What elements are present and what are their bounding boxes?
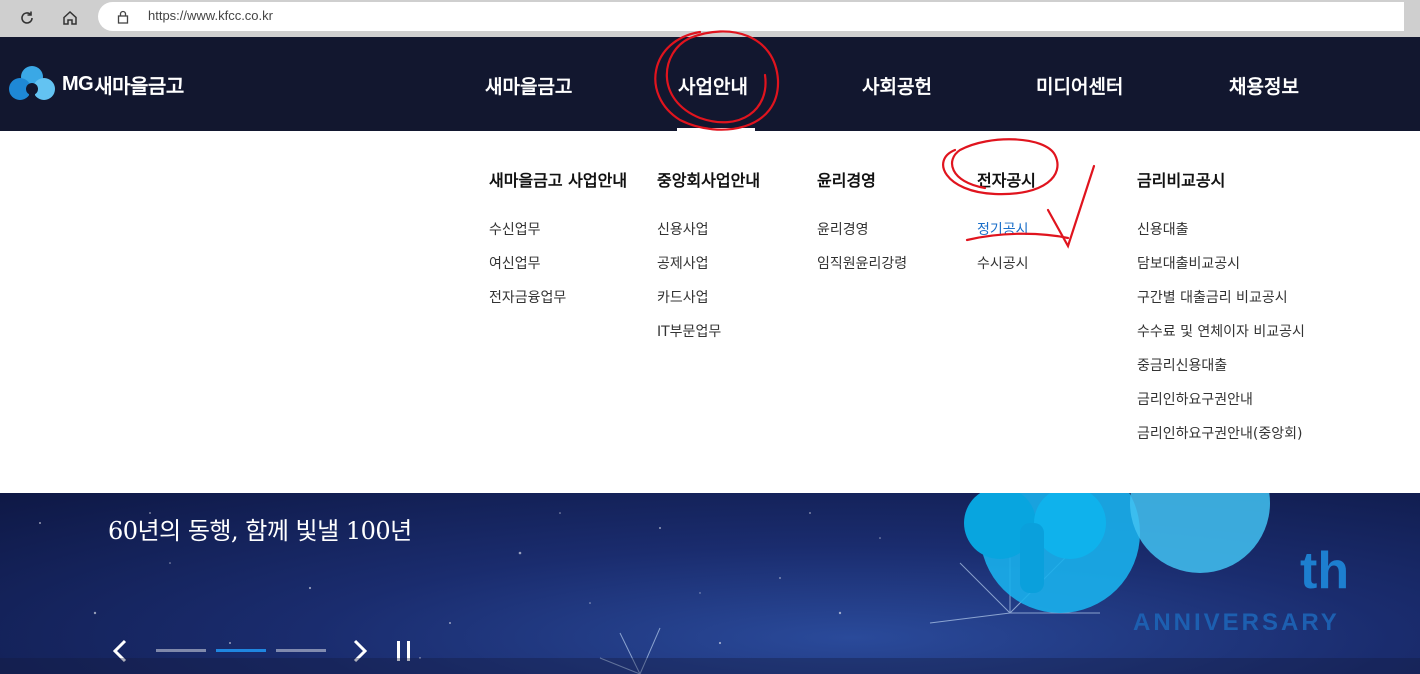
slide-indicator[interactable] <box>276 649 326 652</box>
nav-item-saemaeul[interactable]: 새마을금고 <box>485 72 572 99</box>
menu-link[interactable]: 담보대출비교공시 <box>1137 253 1240 273</box>
menu-link[interactable]: 수신업무 <box>489 219 541 239</box>
menu-link[interactable]: 금리인하요구권안내 <box>1137 389 1253 409</box>
column-title: 새마을금고 사업안내 <box>489 171 628 190</box>
column-title: 금리비교공시 <box>1137 171 1226 190</box>
column-title: 중앙회사업안내 <box>657 171 761 190</box>
menu-link[interactable]: 카드사업 <box>657 287 709 307</box>
slide-indicator[interactable] <box>156 649 206 652</box>
menu-link[interactable]: IT부문업무 <box>657 321 721 341</box>
menu-link[interactable]: 수시공시 <box>977 253 1029 273</box>
browser-toolbar: https://www.kfcc.co.kr <box>0 0 1420 37</box>
nav-item-media[interactable]: 미디어센터 <box>1036 72 1123 99</box>
page: MG 새마을금고 새마을금고 사업안내 사회공헌 미디어센터 채용정보 새마을금… <box>0 37 1420 674</box>
menu-link[interactable]: 임직원윤리강령 <box>817 253 907 273</box>
th-text: th <box>1300 542 1350 600</box>
menu-link[interactable]: 중금리신용대출 <box>1137 355 1227 375</box>
hero-headline: 60년의 동행, 함께 빛낼 100년 <box>108 517 412 545</box>
menu-link[interactable]: 여신업무 <box>489 253 541 273</box>
menu-link[interactable]: 구간별 대출금리 비교공시 <box>1137 287 1288 307</box>
menu-link[interactable]: 수수료 및 연체이자 비교공시 <box>1137 321 1305 341</box>
reload-icon[interactable] <box>14 5 40 31</box>
menu-link[interactable]: 신용대출 <box>1137 219 1189 239</box>
url-text: https://www.kfcc.co.kr <box>148 8 273 23</box>
nav-item-business[interactable]: 사업안내 <box>678 72 748 99</box>
anniversary-text: ANNIVERSARY <box>1133 609 1340 636</box>
menu-link[interactable]: 공제사업 <box>657 253 709 273</box>
menu-link[interactable]: 신용사업 <box>657 219 709 239</box>
home-icon[interactable] <box>57 5 83 31</box>
main-nav: 새마을금고 사업안내 사회공헌 미디어센터 채용정보 <box>0 37 1420 131</box>
hero-banner: 60년의 동행, 함께 빛낼 100년 th ANNIVERSARY <box>0 493 1420 674</box>
column-title: 전자공시 <box>977 171 1036 190</box>
menu-link[interactable]: 전자금융업무 <box>489 287 566 307</box>
site-header: MG 새마을금고 새마을금고 사업안내 사회공헌 미디어센터 채용정보 <box>0 37 1420 131</box>
lock-icon <box>117 9 129 28</box>
slide-indicator-active[interactable] <box>216 649 266 652</box>
column-title: 윤리경영 <box>817 171 876 190</box>
nav-item-social[interactable]: 사회공헌 <box>862 72 932 99</box>
banner-bottom-strip <box>0 658 1420 674</box>
menu-link[interactable]: 금리인하요구권안내(중앙회) <box>1137 423 1302 443</box>
menu-link[interactable]: 윤리경영 <box>817 219 869 239</box>
mega-menu: 새마을금고 사업안내 수신업무 여신업무 전자금융업무 중앙회사업안내 신용사업… <box>15 131 1405 493</box>
address-bar[interactable]: https://www.kfcc.co.kr <box>98 2 1404 31</box>
nav-item-recruit[interactable]: 채용정보 <box>1229 72 1299 99</box>
menu-link-regular-disclosure[interactable]: 정기공시 <box>977 219 1029 239</box>
